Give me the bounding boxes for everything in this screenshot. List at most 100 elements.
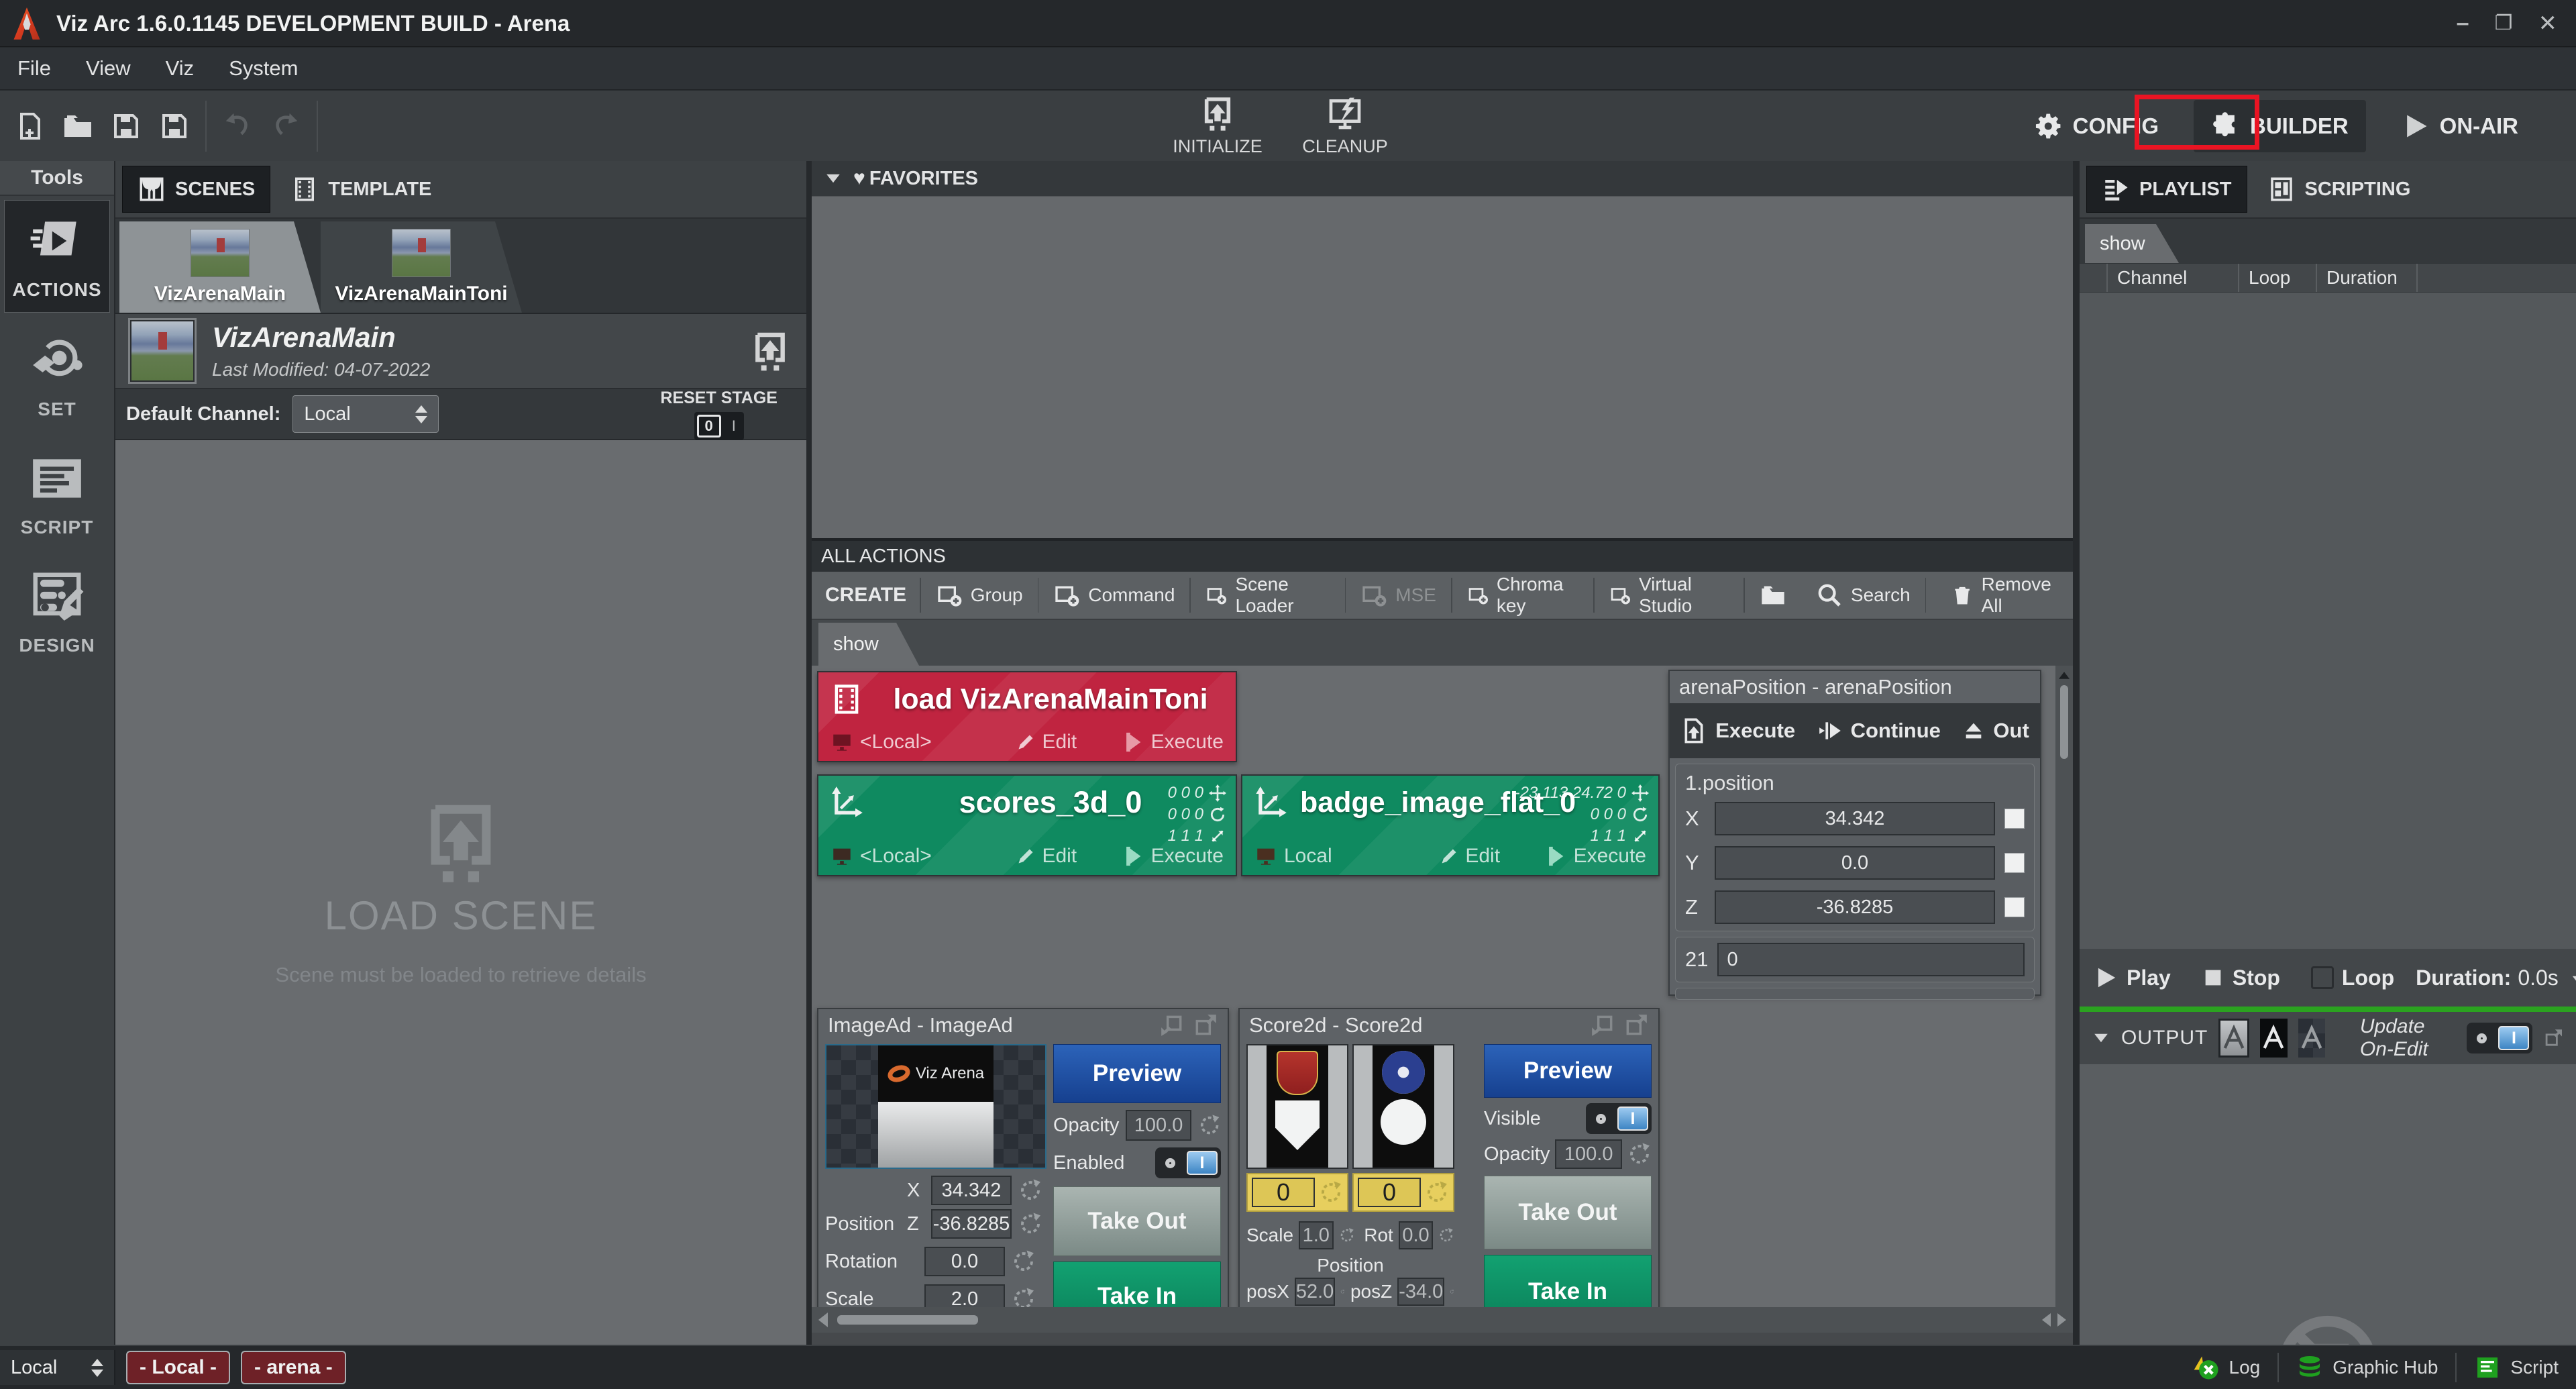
score-away-input[interactable]: 0 xyxy=(1358,1178,1421,1207)
action-card-scores-3d-0[interactable]: scores_3d_0 0 0 0 0 0 0 1 1 1 <Local> Ed… xyxy=(817,774,1237,876)
builder-button[interactable]: BUILDER xyxy=(2194,99,2366,152)
script-status[interactable]: Script xyxy=(2457,1354,2576,1381)
actions-tab-show[interactable]: show xyxy=(818,623,919,666)
reset-stage-toggle[interactable]: 0 I xyxy=(694,411,744,440)
collapse-icon[interactable] xyxy=(826,174,840,183)
vertical-scrollbar[interactable] xyxy=(2055,666,2073,1307)
minimize-icon[interactable]: – xyxy=(2457,10,2469,36)
restore-icon[interactable]: ❐ xyxy=(2495,11,2513,35)
tab-template[interactable]: TEMPLATE xyxy=(276,166,446,213)
reset-icon[interactable] xyxy=(1425,1180,1449,1204)
scene-tab-vizarenamain[interactable]: VizArenaMain xyxy=(119,221,321,313)
continue-button[interactable]: Continue xyxy=(1817,718,1941,743)
duration-dropdown-icon[interactable] xyxy=(2572,976,2576,986)
posz-input[interactable]: -34.0 xyxy=(1397,1278,1445,1306)
action-card-load-vizarenamaintoni[interactable]: load VizArenaMainToni <Local> Edit Execu… xyxy=(817,671,1237,762)
playlist-tab-show[interactable]: show xyxy=(2085,224,2179,263)
tool-design[interactable]: DESIGN xyxy=(0,553,114,671)
output-thumb-key[interactable] xyxy=(2260,1019,2288,1058)
preview-button[interactable]: Preview xyxy=(1053,1044,1221,1103)
take-in-button[interactable]: Take In xyxy=(1053,1262,1221,1307)
pop-out-icon[interactable] xyxy=(1193,1013,1218,1038)
preview-button[interactable]: Preview xyxy=(1484,1044,1652,1098)
reset-icon[interactable] xyxy=(1627,1142,1652,1166)
scene-tab-vizarenamaintoni[interactable]: VizArenaMainToni xyxy=(321,221,522,313)
config-button[interactable]: CONFIG xyxy=(2017,100,2176,152)
column-channel[interactable]: Channel xyxy=(2108,264,2239,292)
reset-icon[interactable] xyxy=(1018,1178,1042,1202)
reset-icon[interactable] xyxy=(1339,1224,1355,1247)
new-document-icon[interactable] xyxy=(5,102,54,150)
favorites-header[interactable]: ♥ FAVORITES xyxy=(812,161,2073,196)
scale-input[interactable]: 2.0 xyxy=(924,1284,1005,1307)
tool-script[interactable]: SCRIPT xyxy=(0,435,114,553)
save-as-icon[interactable] xyxy=(150,102,199,150)
card-execute-button[interactable]: Execute xyxy=(1106,845,1224,868)
graphic-hub-status[interactable]: Graphic Hub xyxy=(2279,1354,2455,1381)
cleanup-button[interactable]: CLEANUP xyxy=(1288,95,1402,157)
arena-x-checkbox[interactable] xyxy=(2004,809,2025,829)
output-collapse-icon[interactable] xyxy=(2094,1033,2108,1043)
reset-icon[interactable] xyxy=(1012,1249,1036,1274)
remove-all-button[interactable]: Remove All xyxy=(1937,574,2073,616)
tool-set[interactable]: SET xyxy=(0,317,114,435)
rot-input[interactable]: 0.0 xyxy=(1398,1221,1434,1249)
reset-icon[interactable] xyxy=(1340,1280,1345,1303)
take-out-button[interactable]: Take Out xyxy=(1053,1186,1221,1256)
pop-in-icon[interactable] xyxy=(1159,1013,1185,1038)
arena-z-checkbox[interactable] xyxy=(2004,897,2025,917)
scale-input[interactable]: 1.0 xyxy=(1299,1221,1334,1249)
card-edit-button[interactable]: Edit xyxy=(987,731,1106,754)
card-edit-button[interactable]: Edit xyxy=(1411,845,1529,868)
card-execute-button[interactable]: Execute xyxy=(1106,731,1224,754)
initialize-button[interactable]: INITIALIZE xyxy=(1161,95,1275,157)
output-thumb-alpha[interactable] xyxy=(2298,1019,2325,1058)
tab-playlist[interactable]: PLAYLIST xyxy=(2086,166,2247,213)
on-air-button[interactable]: ON-AIR xyxy=(2383,100,2536,152)
default-channel-select[interactable]: Local xyxy=(292,395,439,433)
play-button[interactable]: Play xyxy=(2093,965,2171,990)
channel-badge-local[interactable]: - Local - xyxy=(126,1351,231,1384)
visible-toggle[interactable]: I xyxy=(1586,1103,1652,1134)
take-out-button[interactable]: Take Out xyxy=(1484,1176,1652,1249)
score-home-input[interactable]: 0 xyxy=(1252,1178,1315,1207)
reset-icon[interactable] xyxy=(1018,1212,1042,1236)
action-card-badge-image-flat-0[interactable]: badge_image_flat_0 -23.113 24.72 0 0 0 0… xyxy=(1241,774,1660,876)
opacity-input[interactable]: 100.0 xyxy=(1555,1139,1623,1169)
column-loop[interactable]: Loop xyxy=(2239,264,2317,292)
create-chroma-key-button[interactable]: Chroma key xyxy=(1452,574,1593,616)
create-command-button[interactable]: Command xyxy=(1038,576,1189,614)
menu-view[interactable]: View xyxy=(86,56,131,81)
arena-x-input[interactable]: 34.342 xyxy=(1715,802,1995,835)
tool-actions[interactable]: ACTIONS xyxy=(4,200,110,313)
loop-checkbox[interactable] xyxy=(2310,966,2334,989)
update-on-edit-toggle[interactable]: I xyxy=(2467,1023,2533,1053)
menu-system[interactable]: System xyxy=(229,56,298,81)
row21-input[interactable]: 0 xyxy=(1717,943,2025,976)
search-button[interactable]: Search xyxy=(1801,576,1925,614)
execute-button[interactable]: Execute xyxy=(1680,717,1795,744)
log-status[interactable]: Log xyxy=(2176,1354,2278,1381)
arena-z-input[interactable]: -36.8285 xyxy=(1715,890,1995,924)
channel-badge-arena[interactable]: - arena - xyxy=(241,1351,346,1384)
scroll-left-arrow[interactable] xyxy=(818,1313,828,1327)
pop-in-icon[interactable] xyxy=(1590,1013,1615,1038)
arena-y-checkbox[interactable] xyxy=(2004,853,2025,873)
reset-icon[interactable] xyxy=(1450,1280,1454,1303)
scroll-right-arrow[interactable] xyxy=(2057,1313,2066,1327)
arena-y-input[interactable]: 0.0 xyxy=(1715,846,1995,880)
open-folder-icon[interactable] xyxy=(54,102,102,150)
create-virtual-studio-button[interactable]: Virtual Studio xyxy=(1595,574,1744,616)
create-group-button[interactable]: Group xyxy=(921,576,1038,614)
scroll-left-arrow[interactable] xyxy=(2042,1313,2051,1327)
tab-scenes[interactable]: SCENES xyxy=(122,166,271,213)
scrollbar-thumb[interactable] xyxy=(2060,685,2068,759)
posx-input[interactable]: 52.0 xyxy=(1294,1278,1336,1306)
create-scene-loader-button[interactable]: Scene Loader xyxy=(1191,574,1345,616)
position-x-input[interactable]: 34.342 xyxy=(931,1176,1012,1205)
opacity-input[interactable]: 100.0 xyxy=(1126,1110,1191,1141)
scroll-up-arrow[interactable] xyxy=(2059,672,2070,679)
menu-file[interactable]: File xyxy=(17,56,51,81)
take-in-button[interactable]: Take In xyxy=(1484,1255,1652,1307)
horizontal-scrollbar[interactable] xyxy=(812,1307,2073,1333)
